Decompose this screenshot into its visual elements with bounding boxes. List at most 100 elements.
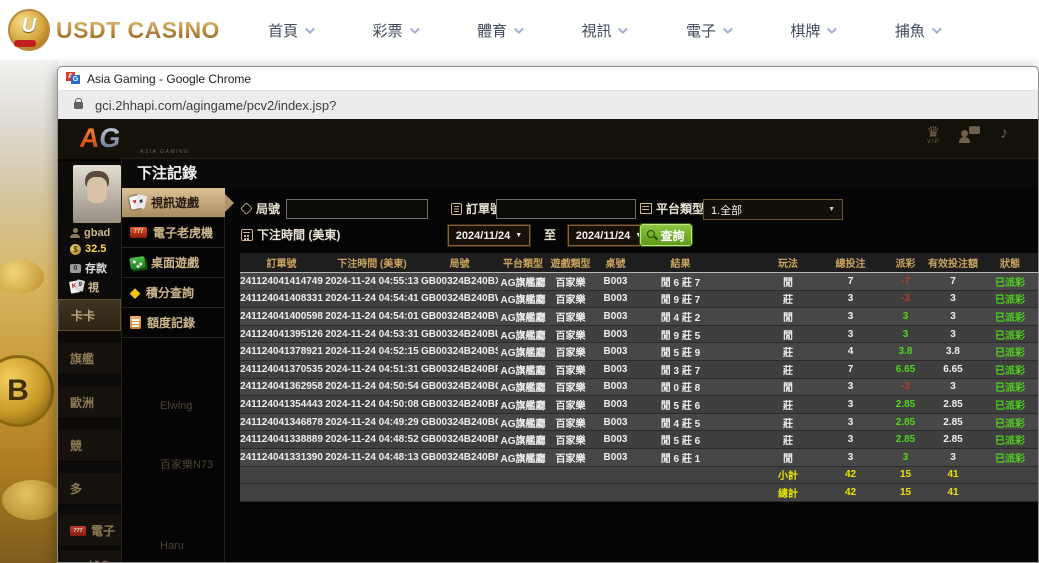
cell-time: 2024-11-24 04:54:41 <box>323 293 421 304</box>
date-from-value: 2024/11/24 <box>456 230 510 242</box>
bg-menu-item-label: 旗艦 <box>70 350 94 367</box>
vip-icon[interactable]: ♛ VIP <box>927 125 940 145</box>
table-row: 2411240413705352024-11-24 04:51:31GB0032… <box>240 361 1039 379</box>
cell-valid: 2.85 <box>928 417 978 428</box>
cell-valid: 3 <box>928 311 978 322</box>
cell-bet: 3 <box>818 329 883 340</box>
time-label-group: 下注時間 (美東) <box>241 226 340 243</box>
date-to-picker[interactable]: 2024/11/24 ▼ <box>568 225 650 246</box>
bg-menu-item-6[interactable]: 捕魚 <box>58 551 121 563</box>
cell-status: 已派彩 <box>978 379 1039 394</box>
table-row: 2411240413789212024-11-24 04:52:15GB0032… <box>240 343 1039 361</box>
cell-valid: 2.85 <box>928 434 978 445</box>
panel-title: 下注記錄 <box>122 159 1039 188</box>
cell-order: 241124041331390 <box>240 452 323 463</box>
cell-time: 2024-11-24 04:50:54 <box>323 381 421 392</box>
bg-menu-item-label: 卡卡 <box>71 307 95 324</box>
panel-menu-item-2[interactable]: 桌面遊戲 <box>122 248 225 278</box>
cell-platform: AG旗艦廳 <box>498 309 548 324</box>
subtotal-bet: 42 <box>818 469 883 480</box>
ag-page: AG ASIA GAMING ♛ VIP ♪ gbad $ 3 <box>58 119 1038 563</box>
customer-service-icon[interactable] <box>960 125 980 145</box>
panel-menu-item-4[interactable]: 額度記錄 <box>122 308 225 338</box>
balance-row: $ 32.5 <box>70 243 106 255</box>
bg-menu-item-3[interactable]: 競 <box>58 430 121 462</box>
deposit-label: 存款 <box>85 260 107 276</box>
panel-menu-item-1[interactable]: 777電子老虎機 <box>122 218 225 248</box>
chrome-titlebar[interactable]: AG Asia Gaming - Google Chrome <box>58 67 1038 91</box>
avatar[interactable] <box>73 165 121 223</box>
brand-logo-letter: U <box>10 15 48 38</box>
bg-menu-item-0[interactable]: 卡卡 <box>58 299 121 331</box>
chevron-down-icon: ▼ <box>828 206 835 213</box>
cell-table: B003 <box>593 434 638 445</box>
vip-label: VIP <box>927 139 940 145</box>
ag-favicon-icon: AG <box>66 72 80 85</box>
nav-item-label: 體育 <box>477 20 507 41</box>
cell-round: GB00324B240BU <box>421 329 498 340</box>
balance-value: 32.5 <box>85 243 106 255</box>
cell-round: GB00324B240BR <box>421 364 498 375</box>
cell-order: 241124041378921 <box>240 346 323 357</box>
nav-item-4[interactable]: 電子 <box>686 20 730 41</box>
panel-menu-item-3[interactable]: ◆積分查詢 <box>122 278 225 308</box>
cell-payout: -7 <box>883 276 928 287</box>
panel-menu-item-label: 視訊遊戲 <box>151 194 199 211</box>
date-from-picker[interactable]: 2024/11/24 ▼ <box>448 225 530 246</box>
table-header-row: 訂單號下注時間 (美東)局號平台類型遊戲類型桌號結果玩法總投注派彩有效投注額狀態 <box>240 253 1039 272</box>
bg-menu-item-1[interactable]: 旗艦 <box>58 343 121 375</box>
cell-bet: 7 <box>818 276 883 287</box>
cell-game: 百家樂 <box>548 415 593 430</box>
nav-item-1[interactable]: 彩票 <box>372 20 416 41</box>
bg-menu-item-4[interactable]: 多 <box>58 473 121 505</box>
bg-menu-item-5[interactable]: 777 電子 <box>58 515 121 547</box>
cell-result: 閒 0 莊 8 <box>638 379 723 394</box>
deposit-row[interactable]: 0 存款 <box>70 260 107 276</box>
music-icon[interactable]: ♪ <box>1000 125 1008 145</box>
bg-menu-item-label: 電子 <box>91 522 115 539</box>
chrome-urlbar[interactable]: gci.2hhapi.com/agingame/pcv2/index.jsp? <box>58 91 1038 119</box>
cell-table: B003 <box>593 381 638 392</box>
cell-order: 241124041408331 <box>240 293 323 304</box>
cell-game: 百家樂 <box>548 450 593 465</box>
search-button[interactable]: 查詢 <box>640 224 692 246</box>
cell-payout: 3 <box>883 452 928 463</box>
video-row[interactable]: 視 <box>70 279 99 295</box>
brand[interactable]: U USDT CASINO <box>8 9 238 51</box>
cell-bet: 4 <box>818 346 883 357</box>
nav-item-label: 視訊 <box>581 20 611 41</box>
slot-777-icon: 777 <box>70 526 86 536</box>
cell-result: 閒 5 莊 6 <box>638 397 723 412</box>
cell-playtype: 莊 <box>758 362 818 377</box>
nav-item-0[interactable]: 首頁 <box>268 20 312 41</box>
bg-table-name: 百家樂N73 <box>160 456 213 472</box>
cell-time: 2024-11-24 04:50:08 <box>323 399 421 410</box>
bg-menu-item-2[interactable]: 歐洲 <box>58 387 121 419</box>
cell-status: 已派彩 <box>978 362 1039 377</box>
cell-playtype: 莊 <box>758 415 818 430</box>
cell-result: 閒 9 莊 5 <box>638 327 723 342</box>
nav-item-5[interactable]: 棋牌 <box>790 20 834 41</box>
platform-select[interactable]: 1.全部 ▼ <box>703 199 843 220</box>
nav-item-6[interactable]: 捕魚 <box>895 20 939 41</box>
panel-menu: 視訊遊戲777電子老虎機桌面遊戲◆積分查詢額度記錄Elwing百家樂N73Har… <box>122 188 225 563</box>
round-input[interactable] <box>286 199 428 219</box>
cell-valid: 3 <box>928 381 978 392</box>
cell-order: 241124041395126 <box>240 329 323 340</box>
order-input[interactable] <box>496 199 636 219</box>
cell-result: 閒 6 莊 1 <box>638 450 723 465</box>
subtotal-payout: 15 <box>883 469 928 480</box>
table-row: 2411240414083312024-11-24 04:54:41GB0032… <box>240 291 1039 309</box>
cell-bet: 3 <box>818 381 883 392</box>
cell-game: 百家樂 <box>548 274 593 289</box>
platform-label: 平台類型 <box>656 200 704 217</box>
cell-result: 閒 4 莊 2 <box>638 309 723 324</box>
total-bet: 42 <box>818 487 883 498</box>
panel-menu-item-0[interactable]: 視訊遊戲 <box>122 188 225 218</box>
nav-item-2[interactable]: 體育 <box>477 20 521 41</box>
cell-game: 百家樂 <box>548 432 593 447</box>
cell-round: GB00324B240BN <box>421 434 498 445</box>
cell-time: 2024-11-24 04:55:13 <box>323 276 421 287</box>
cell-valid: 3 <box>928 329 978 340</box>
nav-item-3[interactable]: 視訊 <box>581 20 625 41</box>
